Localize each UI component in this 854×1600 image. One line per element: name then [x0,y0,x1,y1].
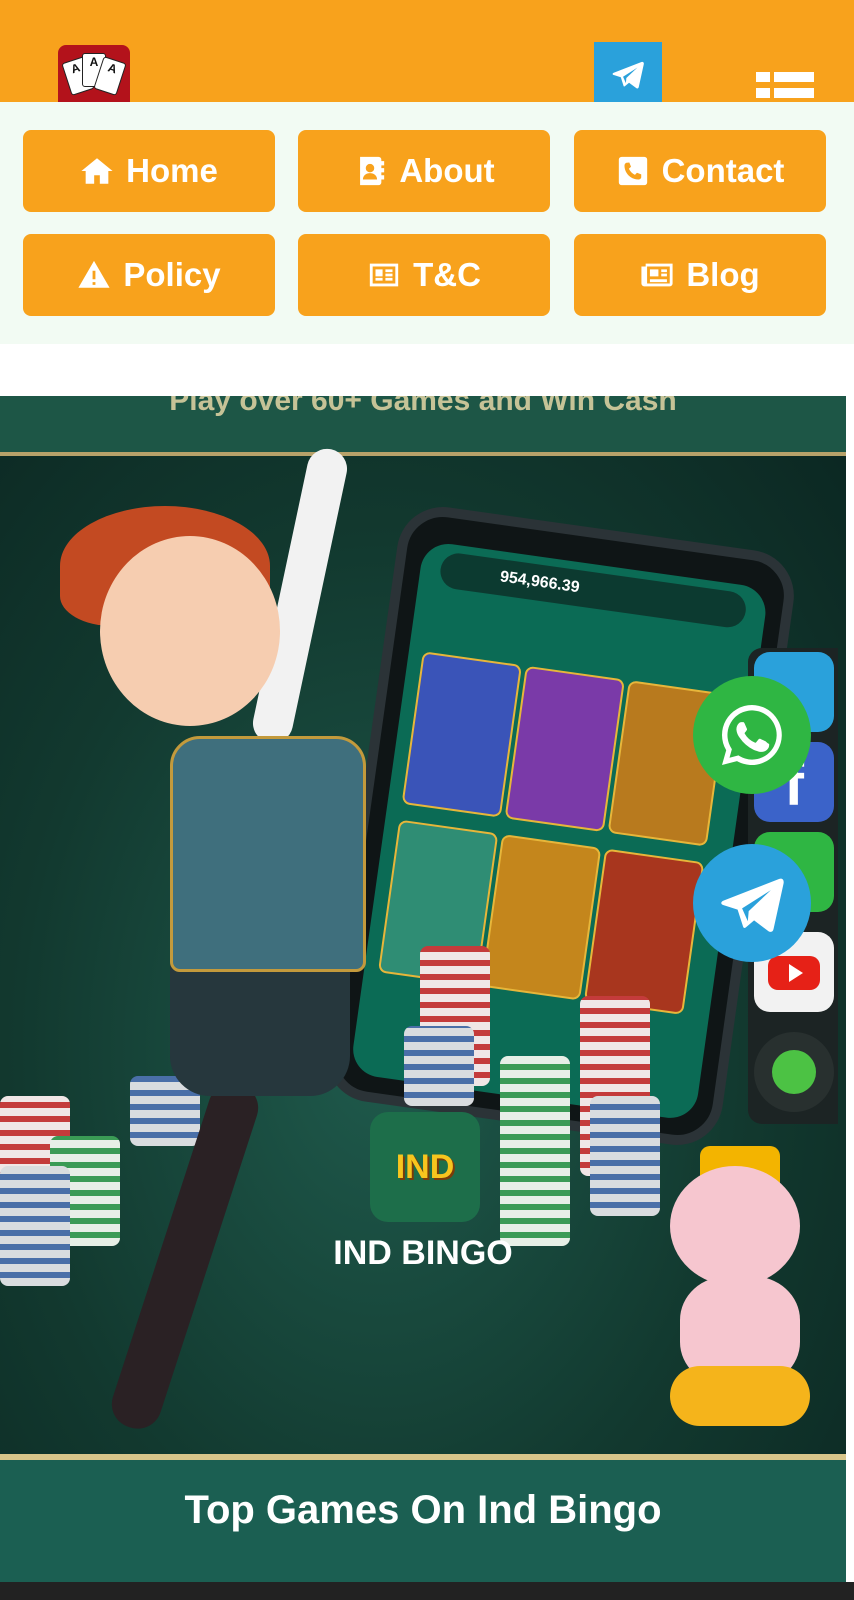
newspaper-icon [641,263,673,287]
character-face [100,536,280,726]
game-tile [480,834,602,1001]
phone-icon [618,156,647,186]
phone-mockup: 954,966.39 [320,501,800,1151]
hero-top-banner: Play over 60+ Games and Win Cash [0,396,846,456]
section-title: Top Games On Ind Bingo [184,1488,662,1532]
menu-icon[interactable] [756,72,814,102]
telegram-float-button[interactable] [693,844,811,962]
main-navigation: Home About Contact Policy T&C Blog [0,102,854,344]
home-icon [81,158,113,184]
telegram-icon [721,878,784,932]
phone-coin-balance: 954,966.39 [438,551,749,630]
ganesha-mascot [640,1146,820,1436]
id-card-icon [369,263,399,287]
hero-banner[interactable]: Play over 60+ Games and Win Cash 954,966… [0,396,846,1582]
nav-tandc-label: T&C [413,256,481,293]
contact-book-icon [360,156,385,186]
nav-tandc-button[interactable]: T&C [298,234,550,316]
nav-contact-button[interactable]: Contact [574,130,826,212]
playing-cards-logo[interactable]: A A A [58,45,130,102]
nav-blog-label: Blog [686,256,760,293]
whatsapp-icon [722,705,782,765]
section-heading-band: Top Games On Ind Bingo [0,1454,846,1582]
headset-icon[interactable] [754,1032,834,1112]
game-tile [401,651,523,818]
ind-bingo-logo-text: IND [395,1147,455,1186]
nav-contact-label: Contact [661,152,785,189]
nav-home-label: Home [126,152,218,189]
nav-about-button[interactable]: About [298,130,550,212]
nav-policy-label: Policy [123,256,221,293]
character-vest [170,736,366,972]
telegram-icon[interactable] [594,42,662,102]
nav-policy-button[interactable]: Policy [23,234,275,316]
nav-blog-button[interactable]: Blog [574,234,826,316]
hero-top-banner-text: Play over 60+ Games and Win Cash [169,396,677,417]
ind-bingo-logo: IND [370,1112,480,1222]
nav-home-button[interactable]: Home [23,130,275,212]
bottom-strip [0,1582,854,1600]
game-tile [583,848,705,1015]
character-skirt [170,956,350,1096]
warning-icon [78,260,110,288]
chip-stack [404,1026,474,1106]
site-header: A A A [0,0,854,102]
whatsapp-float-button[interactable] [693,676,811,794]
chip-stack [500,1056,570,1246]
game-tile [504,665,626,833]
nav-about-label: About [399,152,495,189]
